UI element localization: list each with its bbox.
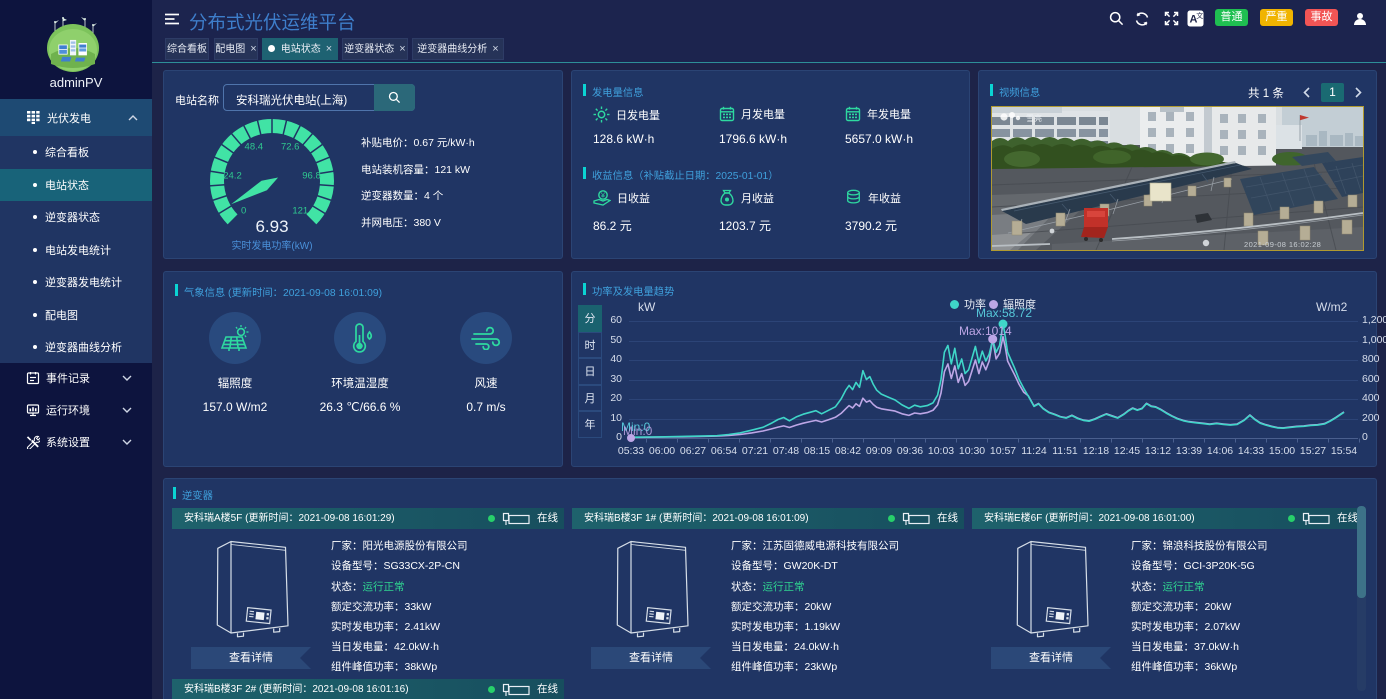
svg-text:0: 0 (241, 205, 246, 216)
svg-text:Max:58.72: Max:58.72 (976, 306, 1032, 320)
svg-text:96.8: 96.8 (302, 171, 321, 182)
svg-text:Min:0: Min:0 (623, 424, 653, 438)
svg-text:实时发电功率(kW): 实时发电功率(kW) (231, 239, 312, 252)
svg-text:24.2: 24.2 (223, 171, 242, 182)
svg-text:2021-09-08 16:02:28: 2021-09-08 16:02:28 (1244, 240, 1321, 249)
svg-text:Max:1014: Max:1014 (959, 324, 1012, 338)
svg-text:72.6: 72.6 (281, 141, 300, 152)
svg-text:雪亮: 雪亮 (1026, 113, 1042, 123)
svg-text:121: 121 (292, 205, 308, 216)
svg-text:6.93: 6.93 (255, 217, 288, 236)
svg-text:48.4: 48.4 (245, 141, 263, 152)
